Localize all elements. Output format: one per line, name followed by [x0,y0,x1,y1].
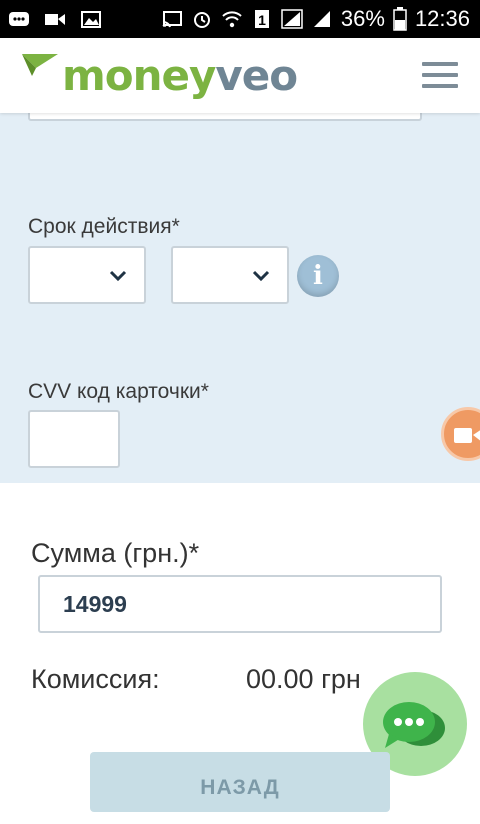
messages-icon [9,12,29,26]
clock: 12:36 [414,6,470,31]
card-number-input[interactable] [28,113,422,121]
expiry-label: Срок действия* [28,215,180,238]
expiry-year-select[interactable] [171,246,289,304]
cvv-input[interactable] [28,410,120,468]
sum-input[interactable]: 14999 [38,575,442,633]
chevron-down-icon [109,270,127,282]
expiry-month-select[interactable] [28,246,146,304]
cast-icon [162,11,182,28]
chevron-down-icon [252,270,270,282]
moneyveo-logo[interactable]: moneyveo [22,51,298,100]
alarm-icon [193,12,210,28]
logo-mark-icon [22,54,58,76]
menu-button[interactable] [422,62,458,90]
sim1-icon: 1 [254,10,269,28]
logo-text-veo: veo [215,51,298,100]
back-button[interactable]: НАЗАД [90,752,390,812]
signal2-icon [313,11,330,27]
sum-label: Сумма (грн.)* [31,538,200,568]
app-header: moneyveo [0,38,480,113]
svg-text:1: 1 [258,12,266,28]
gallery-icon [81,11,101,28]
logo-text: moneyveo [62,51,298,100]
status-bar: 1 36% 12:36 [0,0,480,38]
battery-percent: 36% [340,6,385,31]
wifi-icon [222,11,242,28]
logo-text-money: money [62,51,216,100]
battery-icon [393,7,407,31]
cvv-label: CVV код карточки* [28,380,209,403]
video-icon [45,14,65,25]
video-call-icon [454,428,480,443]
signal-icon [281,9,303,29]
commission-value: 00.00 грн [246,664,361,694]
commission-label: Комиссия: [31,664,160,694]
chat-icon [383,702,445,748]
menu-icon [422,62,458,88]
info-icon[interactable]: i [297,255,339,297]
